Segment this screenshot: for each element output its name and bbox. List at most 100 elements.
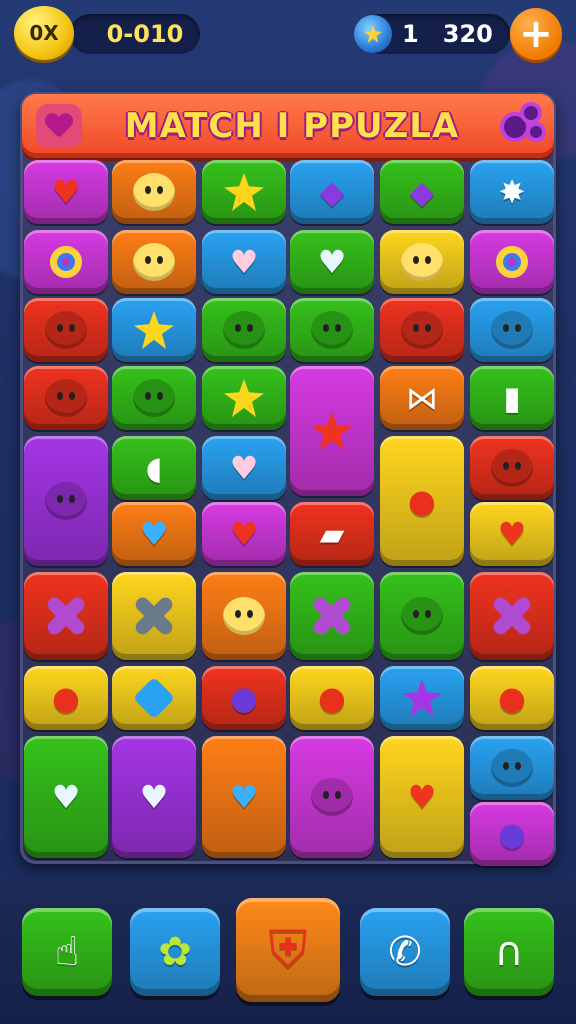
game-tile[interactable] — [470, 736, 554, 800]
game-tile[interactable] — [470, 230, 554, 294]
game-tile[interactable] — [380, 298, 464, 362]
game-tile[interactable] — [380, 572, 464, 660]
game-tile[interactable] — [290, 736, 374, 858]
score-display: 0-010 — [70, 14, 200, 54]
game-tile[interactable]: ● — [470, 802, 554, 866]
gem-icon: ◆ — [409, 173, 435, 211]
game-tile[interactable] — [112, 298, 196, 362]
shield-icon: ⛨ — [268, 920, 308, 980]
game-tile[interactable] — [202, 298, 286, 362]
plum-face-icon — [491, 749, 533, 787]
game-tile[interactable] — [470, 298, 554, 362]
hand-pointer-icon: ☝ — [54, 929, 80, 975]
settings-gears-icon[interactable] — [500, 102, 546, 148]
game-tile[interactable]: ▰ — [290, 502, 374, 566]
game-tile[interactable] — [112, 160, 196, 224]
game-tile[interactable]: ♥ — [24, 160, 108, 224]
apple-icon: ● — [52, 679, 80, 717]
phone-button[interactable]: ✆ — [360, 908, 450, 996]
top-bar: 0-010 0X 1 320 + — [0, 0, 576, 70]
shield-button[interactable]: ⛨ — [236, 898, 340, 1002]
flag-icon: ▰ — [319, 515, 345, 553]
game-tile[interactable] — [202, 366, 286, 430]
gem-amount: 320 — [442, 20, 493, 48]
lemon-icon: ● — [408, 482, 436, 520]
tomato-face-icon — [133, 379, 175, 417]
game-tile[interactable]: ● — [470, 666, 554, 730]
heart-icon: ♥ — [317, 243, 347, 281]
frog-face-icon — [401, 597, 443, 635]
game-tile[interactable]: ▮ — [470, 366, 554, 430]
starfish-icon — [402, 679, 442, 717]
game-tile[interactable] — [24, 298, 108, 362]
game-tile[interactable] — [24, 572, 108, 660]
game-tile[interactable] — [112, 666, 196, 730]
game-tile[interactable] — [380, 666, 464, 730]
heart-icon: ♥ — [229, 243, 259, 281]
game-tile[interactable] — [202, 160, 286, 224]
game-tile[interactable]: ● — [202, 666, 286, 730]
smiley-face-icon — [133, 173, 175, 211]
heart-icon: ♥ — [229, 778, 259, 816]
game-tile[interactable]: ♥ — [202, 230, 286, 294]
game-tile[interactable]: ♥ — [202, 502, 286, 566]
game-tile[interactable] — [380, 230, 464, 294]
game-tile[interactable] — [290, 572, 374, 660]
tag-icon: ◆ — [319, 173, 345, 211]
heart-icon: ♥ — [229, 449, 259, 487]
game-tile[interactable]: ♥ — [202, 736, 286, 858]
hexagon-face-icon — [401, 311, 443, 349]
coin-badge-label: 0X — [29, 21, 59, 45]
headset-button[interactable]: ∩ — [464, 908, 554, 996]
game-tile[interactable] — [112, 366, 196, 430]
game-tile[interactable] — [470, 572, 554, 660]
game-tile[interactable]: ♥ — [24, 736, 108, 858]
game-tile[interactable] — [290, 366, 374, 496]
bottom-toolbar: ☝ ✿ ⛨ ✆ ∩ — [0, 884, 576, 1024]
coin-badge[interactable]: 0X — [14, 6, 74, 60]
game-tile[interactable] — [290, 298, 374, 362]
game-tile[interactable]: ● — [24, 666, 108, 730]
game-tile[interactable]: ✸ — [470, 160, 554, 224]
game-tile[interactable] — [112, 572, 196, 660]
heart-icon: ♥ — [139, 515, 169, 553]
apple-icon: ● — [498, 679, 526, 717]
game-tile[interactable]: ♥ — [112, 502, 196, 566]
plus-icon: + — [519, 11, 553, 57]
game-tile[interactable]: ● — [380, 436, 464, 566]
potion-icon: ▮ — [503, 379, 521, 417]
game-tile[interactable]: ♥ — [380, 736, 464, 858]
lives-heart-icon[interactable] — [36, 104, 82, 148]
game-tile[interactable]: ♥ — [202, 436, 286, 500]
smiley-face-icon — [311, 311, 353, 349]
hand-pointer-button[interactable]: ☝ — [22, 908, 112, 996]
title-banner: MATCH I PPUZLA — [22, 94, 554, 158]
bear-face-icon — [223, 597, 265, 635]
game-tile[interactable]: ⋈ — [380, 366, 464, 430]
heart-face-icon: ♥ — [139, 778, 169, 816]
splat-icon: ✸ — [498, 173, 526, 211]
score-value: 0-010 — [106, 20, 184, 48]
diamond-icon — [132, 676, 176, 720]
character-button[interactable]: ✿ — [130, 908, 220, 996]
apple-icon: ♥ — [51, 173, 81, 211]
game-tile[interactable] — [24, 230, 108, 294]
game-tile[interactable]: ♥ — [112, 736, 196, 858]
ring-icon — [50, 246, 82, 278]
game-tile[interactable]: ● — [290, 666, 374, 730]
add-currency-button[interactable]: + — [510, 8, 562, 60]
apple-face-icon — [491, 449, 533, 487]
game-tile[interactable]: ◆ — [380, 160, 464, 224]
game-tile[interactable] — [112, 230, 196, 294]
game-tile[interactable]: ♥ — [470, 502, 554, 566]
sun-face-icon — [223, 311, 265, 349]
game-tile[interactable]: ◆ — [290, 160, 374, 224]
game-tile[interactable]: ◖ — [112, 436, 196, 500]
game-tile[interactable] — [470, 436, 554, 500]
game-tile[interactable]: ♥ — [290, 230, 374, 294]
game-tile[interactable] — [24, 436, 108, 566]
game-tile[interactable] — [202, 572, 286, 660]
phone-icon: ✆ — [388, 929, 422, 975]
game-tile[interactable] — [24, 366, 108, 430]
blob-face-icon — [45, 379, 87, 417]
